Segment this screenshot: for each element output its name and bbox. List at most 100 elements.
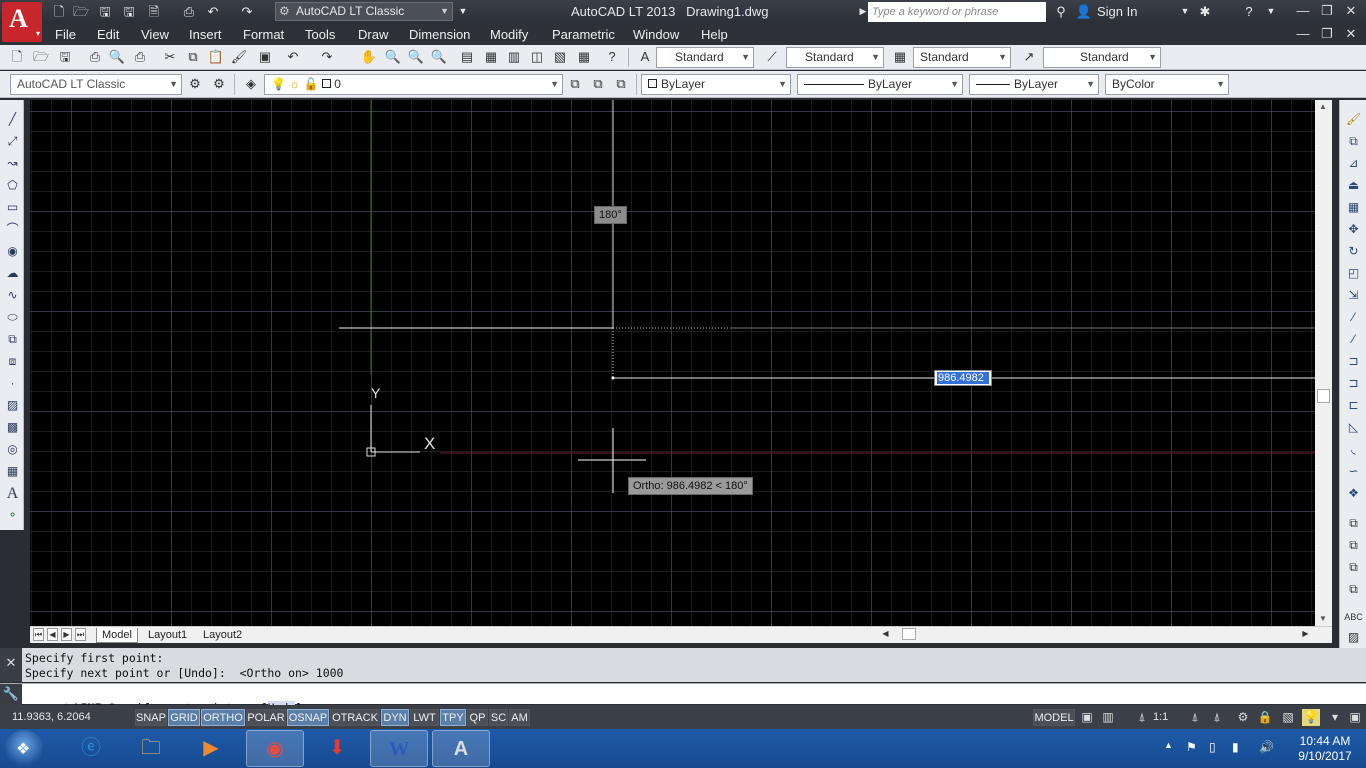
lock-icon[interactable]: 🔒 bbox=[1256, 709, 1274, 726]
vertical-scrollbar[interactable]: ▲ ▼ bbox=[1315, 100, 1332, 626]
word-icon[interactable]: W bbox=[370, 730, 428, 767]
text-style-icon[interactable]: A bbox=[636, 48, 654, 66]
annotation-visibility-icon[interactable]: ⍋ bbox=[1186, 709, 1204, 726]
grid-toggle[interactable]: GRID bbox=[168, 709, 200, 726]
redo-icon[interactable]: ↷ bbox=[318, 48, 336, 66]
annotation-scale-value[interactable]: 1:1 bbox=[1153, 711, 1168, 723]
minimize-icon[interactable]: — bbox=[1292, 2, 1314, 20]
otrack-toggle[interactable]: OTRACK bbox=[330, 709, 380, 726]
menu-dimension[interactable]: Dimension bbox=[409, 27, 470, 42]
doc-close-icon[interactable]: ✕ bbox=[1340, 25, 1362, 43]
polygon-icon[interactable]: ⬠ bbox=[3, 176, 22, 195]
menu-help[interactable]: Help bbox=[701, 27, 728, 42]
table-style-icon[interactable]: ▦ bbox=[891, 48, 909, 66]
make-block-icon[interactable]: ⧈ bbox=[3, 352, 22, 371]
scroll-up-icon[interactable]: ▲ bbox=[1319, 102, 1327, 111]
point-icon[interactable]: · bbox=[3, 374, 22, 393]
menu-view[interactable]: View bbox=[141, 27, 169, 42]
menu-modify[interactable]: Modify bbox=[490, 27, 528, 42]
erase-icon[interactable]: 🖌 bbox=[1344, 110, 1363, 129]
download-manager-icon[interactable]: ⬇ bbox=[308, 730, 366, 767]
quick-view-layouts-icon[interactable]: ▣ bbox=[1078, 709, 1096, 726]
draw-order-front-icon[interactable]: ⧉ bbox=[1344, 514, 1363, 533]
show-hidden-icons-icon[interactable]: ▲ bbox=[1164, 740, 1173, 750]
trim-icon[interactable]: ⁄ bbox=[1344, 308, 1363, 327]
scroll-left-icon[interactable]: ◀ bbox=[880, 628, 891, 641]
model-space-button[interactable]: MODEL bbox=[1033, 709, 1075, 726]
help-icon[interactable]: ? bbox=[603, 48, 621, 66]
restore-icon[interactable]: ❐ bbox=[1316, 2, 1338, 20]
plot-style-select[interactable]: ByColor ▼ bbox=[1105, 74, 1229, 95]
rectangle-icon[interactable]: ▭ bbox=[3, 198, 22, 217]
device-icon[interactable]: ▯ bbox=[1209, 740, 1216, 754]
scroll-thumb[interactable] bbox=[1317, 389, 1330, 403]
first-tab-icon[interactable]: ⏮ bbox=[33, 628, 44, 641]
ortho-toggle[interactable]: ORTHO bbox=[201, 709, 245, 726]
wrench-icon[interactable]: 🔧 bbox=[0, 684, 22, 705]
mirror-icon[interactable]: ⊿ bbox=[1344, 154, 1363, 173]
cut-icon[interactable]: ✂ bbox=[161, 48, 179, 66]
line-icon[interactable]: ╱ bbox=[3, 110, 22, 129]
last-tab-icon[interactable]: ⏭ bbox=[75, 628, 86, 641]
construction-line-icon[interactable]: ⤢ bbox=[3, 132, 22, 151]
arc-icon[interactable]: ⌒ bbox=[3, 220, 22, 239]
linetype-select[interactable]: ByLayer ▼ bbox=[797, 74, 963, 95]
chevron-down-icon[interactable]: ▼ bbox=[1176, 3, 1194, 20]
quick-access-customize-icon[interactable]: ▼ bbox=[454, 3, 472, 20]
ellipse-icon[interactable]: ⬭ bbox=[3, 308, 22, 327]
new-file-icon[interactable]: 🗋 bbox=[50, 3, 68, 20]
dyn-toggle[interactable]: DYN bbox=[381, 709, 409, 726]
new-icon[interactable]: 🗋 bbox=[8, 48, 26, 66]
multiline-text-icon[interactable]: A bbox=[3, 484, 22, 503]
dynamic-input-field[interactable]: 986.4982 bbox=[934, 370, 992, 386]
binoculars-icon[interactable]: ⚲ bbox=[1052, 3, 1070, 20]
tab-model[interactable]: Model bbox=[96, 628, 138, 643]
lwt-toggle[interactable]: LWT bbox=[410, 709, 439, 726]
pan-icon[interactable]: ✋ bbox=[360, 48, 378, 66]
auto-scale-icon[interactable]: ⍋ bbox=[1208, 709, 1226, 726]
help-icon[interactable]: ? bbox=[1240, 3, 1258, 20]
dimension-style-icon[interactable]: ⟋ bbox=[763, 48, 781, 66]
workspace-select[interactable]: AutoCAD LT Classic ▼ bbox=[10, 74, 182, 95]
open-icon[interactable]: 🗁 bbox=[32, 48, 50, 66]
revision-cloud-icon[interactable]: ☁ bbox=[3, 264, 22, 283]
save-icon[interactable]: 🖫 bbox=[56, 48, 74, 66]
match-properties-icon[interactable]: 🖌 bbox=[230, 48, 248, 66]
block-editor-icon[interactable]: ▣ bbox=[256, 48, 274, 66]
text-to-front-icon[interactable]: ABC bbox=[1344, 608, 1363, 627]
insert-block-icon[interactable]: ⧉ bbox=[3, 330, 22, 349]
save-as-icon[interactable]: 🖫 bbox=[120, 3, 138, 20]
volume-icon[interactable]: 🔊 bbox=[1259, 740, 1274, 754]
circle-icon[interactable]: ◉ bbox=[3, 242, 22, 261]
spline-icon[interactable]: ∿ bbox=[3, 286, 22, 305]
autocad-lt-icon[interactable]: A bbox=[432, 730, 490, 767]
copy-icon[interactable]: ⧉ bbox=[184, 48, 202, 66]
command-line[interactable]: 🔧 ⟋ LINE Specify next point or [Undo]: bbox=[0, 683, 1366, 715]
sheet-set-icon[interactable]: ◫ bbox=[528, 48, 546, 66]
paste-icon[interactable]: 📋 bbox=[207, 48, 225, 66]
make-current-layer-icon[interactable]: ⧉ bbox=[566, 75, 584, 93]
tool-palettes-icon[interactable]: ▥ bbox=[505, 48, 523, 66]
media-player-icon[interactable]: ▶ bbox=[182, 730, 240, 767]
explode-icon[interactable]: ❖ bbox=[1344, 484, 1363, 503]
doc-minimize-icon[interactable]: — bbox=[1292, 25, 1314, 43]
markup-icon[interactable]: ▧ bbox=[551, 48, 569, 66]
calculator-icon[interactable]: ▦ bbox=[575, 48, 593, 66]
isolate-objects-icon[interactable]: 💡 bbox=[1302, 709, 1320, 726]
offset-icon[interactable]: ⏏ bbox=[1344, 176, 1363, 195]
workspace-customize-icon[interactable]: ⚙ bbox=[210, 75, 228, 93]
chrome-icon[interactable]: ◉ bbox=[246, 730, 304, 767]
start-button[interactable]: ❖ bbox=[4, 730, 44, 767]
extend-icon[interactable]: ⁄ bbox=[1344, 330, 1363, 349]
text-style-select[interactable]: Standard ▼ bbox=[656, 47, 754, 68]
publish-icon[interactable]: ⎙ bbox=[131, 48, 149, 66]
menu-window[interactable]: Window bbox=[633, 27, 679, 42]
user-icon[interactable]: 👤 bbox=[1075, 3, 1093, 20]
tab-layout1[interactable]: Layout1 bbox=[143, 628, 192, 643]
am-toggle[interactable]: AM bbox=[509, 709, 530, 726]
clean-screen-icon[interactable]: ▣ bbox=[1346, 709, 1364, 726]
gradient-icon[interactable]: ▩ bbox=[3, 418, 22, 437]
fillet-icon[interactable]: ◟ bbox=[1344, 440, 1363, 459]
undo-icon[interactable]: ↶ bbox=[204, 3, 222, 20]
menu-edit[interactable]: Edit bbox=[97, 27, 119, 42]
